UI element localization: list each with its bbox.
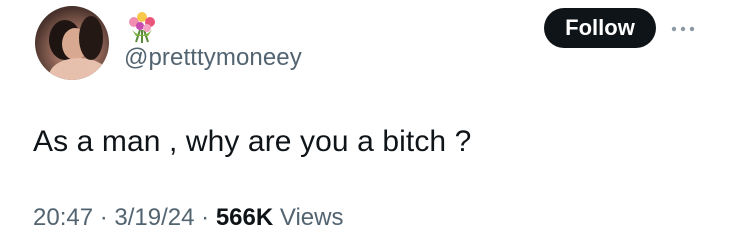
tweet-time[interactable]: 20:47 (33, 204, 93, 231)
more-options-button[interactable] (668, 14, 698, 44)
avatar[interactable] (35, 6, 109, 80)
tweet-text: As a man , why are you a bitch ? (33, 125, 472, 158)
separator: · (201, 204, 210, 231)
author-handle[interactable]: @pretttymoneey (124, 44, 302, 72)
bouquet-emoji-icon (129, 12, 155, 43)
tweet-meta: 20:47 · 3/19/24 · 566K Views (33, 204, 343, 232)
follow-button[interactable]: Follow (544, 8, 656, 48)
views-label: Views (279, 204, 344, 231)
view-count: 566K (215, 204, 274, 231)
tweet-date[interactable]: 3/19/24 (114, 204, 194, 231)
separator: · (99, 204, 108, 231)
more-dots-icon (671, 26, 695, 32)
display-name[interactable] (124, 10, 164, 44)
